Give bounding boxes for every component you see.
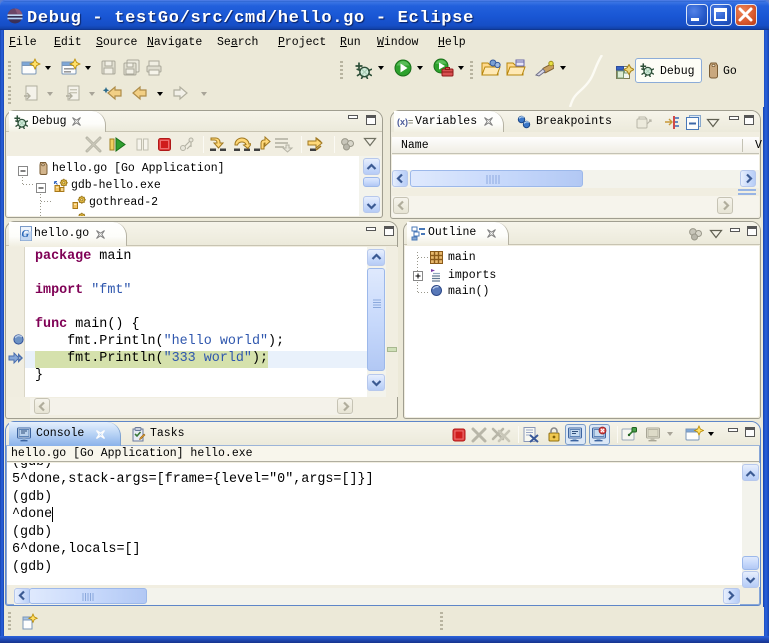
svg-text:G: G	[22, 229, 30, 240]
